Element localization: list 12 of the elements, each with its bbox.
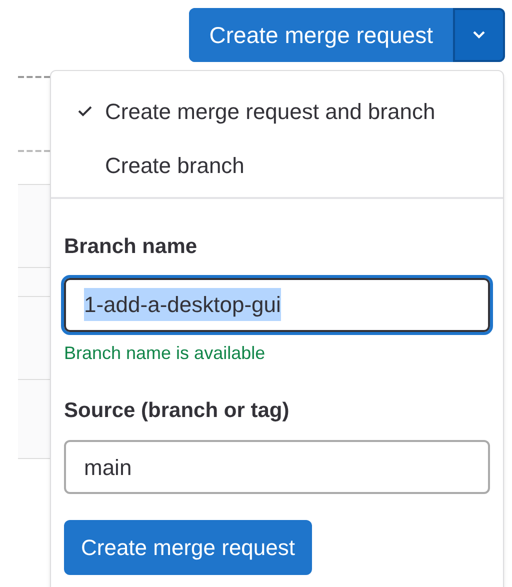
field-label: Source (branch or tag) bbox=[64, 398, 290, 424]
option-label: Create merge request and branch bbox=[105, 98, 436, 126]
option-label: Create branch bbox=[105, 152, 244, 180]
field-label: Branch name bbox=[64, 234, 198, 260]
text-field[interactable]: main bbox=[64, 440, 490, 494]
create-merge-request-button[interactable]: Create merge request bbox=[64, 520, 312, 575]
menu-option[interactable]: Create merge request and branch bbox=[51, 84, 503, 138]
dropdown-toggle[interactable] bbox=[453, 8, 505, 62]
validation-message: Branch name is available bbox=[64, 342, 266, 364]
check-icon bbox=[77, 105, 93, 117]
chevron-down-icon bbox=[472, 30, 486, 40]
menu-option[interactable]: Create branch bbox=[51, 138, 503, 192]
